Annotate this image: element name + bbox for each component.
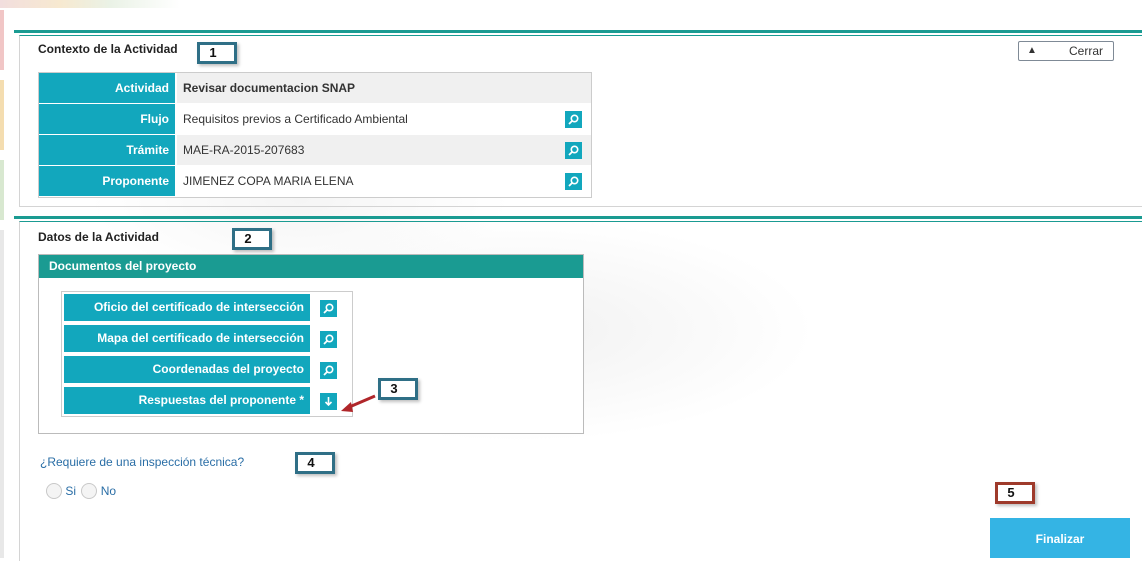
- download-icon[interactable]: [320, 393, 337, 410]
- table-row: Actividad Revisar documentacion SNAP: [39, 73, 591, 104]
- search-icon[interactable]: [564, 141, 582, 159]
- radio-si[interactable]: [46, 483, 62, 499]
- left-decor-strip: [0, 0, 8, 558]
- document-label: Mapa del certificado de intersección: [64, 325, 310, 352]
- callout-1: 1: [197, 42, 237, 64]
- callout-2: 2: [232, 228, 272, 250]
- document-label: Respuestas del proponente *: [64, 387, 310, 414]
- table-row: Flujo Requisitos previos a Certificado A…: [39, 104, 591, 135]
- radio-no-label: No: [100, 484, 117, 498]
- radio-no[interactable]: [81, 483, 98, 499]
- project-documents-panel: Documentos del proyecto Oficio del certi…: [38, 254, 584, 434]
- table-row: Proponente JIMENEZ COPA MARIA ELENA: [39, 166, 591, 197]
- pointer-arrow-icon: [341, 394, 376, 412]
- search-icon[interactable]: [320, 331, 337, 348]
- activity-context-table: Actividad Revisar documentacion SNAP Flu…: [38, 72, 592, 198]
- finalize-button[interactable]: Finalizar: [990, 518, 1130, 558]
- row-value: MAE-RA-2015-207683: [177, 135, 555, 166]
- list-item: Coordenadas del proyecto: [62, 354, 352, 385]
- close-button-label: Cerrar: [1069, 44, 1104, 58]
- callout-5: 5: [995, 482, 1035, 504]
- row-value: Requisitos previos a Certificado Ambient…: [177, 104, 555, 135]
- inspection-radio-group: Si No: [46, 483, 118, 499]
- radio-si-label: Si: [65, 484, 77, 498]
- search-icon[interactable]: [320, 300, 337, 317]
- list-item: Oficio del certificado de intersección: [62, 292, 352, 323]
- search-icon[interactable]: [320, 362, 337, 379]
- activity-data-title: Datos de la Actividad: [38, 230, 159, 244]
- row-label: Proponente: [39, 166, 177, 197]
- document-label: Coordenadas del proyecto: [64, 356, 310, 383]
- documents-list: Oficio del certificado de intersección M…: [61, 291, 353, 417]
- close-button[interactable]: ▲ Cerrar: [1018, 41, 1114, 61]
- document-label: Oficio del certificado de intersección: [64, 294, 310, 321]
- list-item: Mapa del certificado de intersección: [62, 323, 352, 354]
- search-icon[interactable]: [564, 110, 582, 128]
- search-icon[interactable]: [564, 172, 582, 190]
- callout-3: 3: [378, 378, 418, 400]
- callout-4: 4: [295, 452, 335, 474]
- row-value: Revisar documentacion SNAP: [177, 73, 555, 104]
- project-documents-header: Documentos del proyecto: [39, 255, 583, 278]
- table-row: Trámite MAE-RA-2015-207683: [39, 135, 591, 166]
- activity-context-title: Contexto de la Actividad: [38, 42, 178, 56]
- row-label: Trámite: [39, 135, 177, 166]
- row-value: JIMENEZ COPA MARIA ELENA: [177, 166, 555, 197]
- list-item: Respuestas del proponente *: [62, 385, 352, 416]
- top-banner-strip: [0, 0, 1148, 8]
- chevron-up-icon: ▲: [1027, 45, 1037, 56]
- row-label: Flujo: [39, 104, 177, 135]
- inspection-question: ¿Requiere de una inspección técnica?: [40, 455, 245, 469]
- row-label: Actividad: [39, 73, 177, 104]
